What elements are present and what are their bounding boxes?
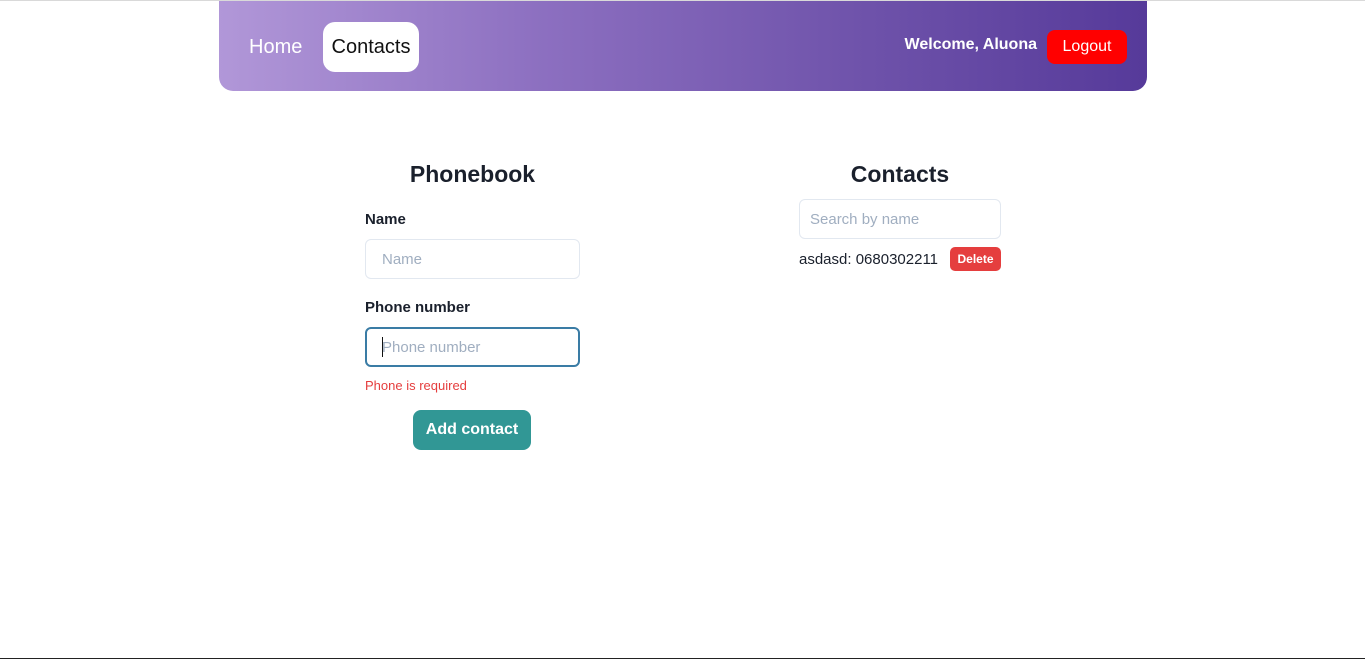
page: Home Contacts Welcome, Aluona Logout Pho… (0, 0, 1365, 659)
contacts-title: Contacts (850, 161, 950, 187)
nav-link-contacts[interactable]: Contacts (323, 22, 419, 72)
text-caret (382, 337, 383, 357)
contact-list-item: asdasd: 0680302211 Delete (799, 247, 1001, 271)
contact-entry-text: asdasd: 0680302211 (799, 250, 939, 268)
name-input[interactable] (365, 239, 580, 279)
phone-input[interactable] (365, 327, 580, 367)
phonebook-title: Phonebook (409, 161, 536, 187)
welcome-message: Welcome, Aluona (904, 36, 1037, 53)
name-label: Name (365, 211, 406, 228)
app-header: Home Contacts Welcome, Aluona Logout (219, 1, 1147, 91)
add-contact-button[interactable]: Add contact (413, 410, 531, 450)
search-input[interactable] (799, 199, 1001, 239)
delete-contact-button[interactable]: Delete (950, 247, 1001, 271)
phone-error-message: Phone is required (365, 378, 467, 393)
phone-label: Phone number (365, 299, 471, 316)
nav-link-home[interactable]: Home (239, 22, 312, 72)
logout-button[interactable]: Logout (1047, 30, 1127, 64)
